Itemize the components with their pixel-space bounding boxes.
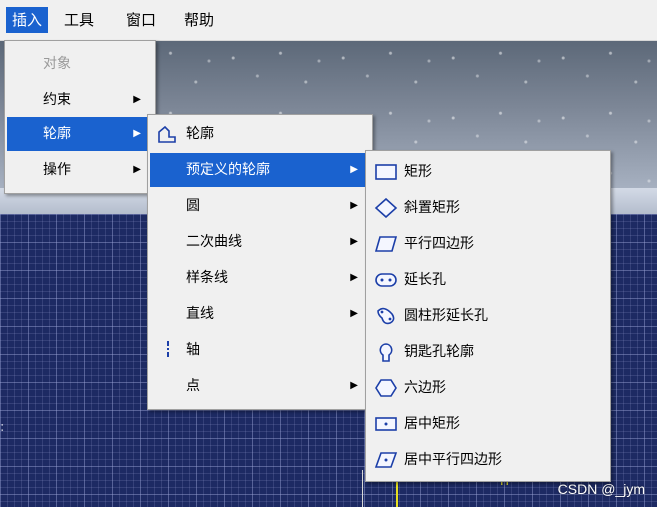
predefined-profile-submenu: 矩形 斜置矩形 平行四边形 延长孔 圆柱形延长孔 钥匙孔轮廓 六边形 居中矩形 … <box>365 150 611 482</box>
menu-item-label: 操作 <box>43 162 71 178</box>
centered-parallelogram-icon <box>374 452 398 468</box>
menu-item-label: 居中矩形 <box>404 416 460 432</box>
menu-item-point[interactable]: 点 ▶ <box>150 369 370 403</box>
parallelogram-icon <box>374 236 398 252</box>
rectangle-icon <box>375 164 397 180</box>
submenu-arrow-icon: ▶ <box>350 272 358 283</box>
menu-item-label: 预定义的轮廓 <box>186 162 270 178</box>
menu-item-circle[interactable]: 圆 ▶ <box>150 189 370 223</box>
menu-item-parallelogram[interactable]: 平行四边形 <box>368 227 608 261</box>
menu-item-label: 矩形 <box>404 164 432 180</box>
menu-item-label: 延长孔 <box>404 272 446 288</box>
menu-item-hexagon[interactable]: 六边形 <box>368 371 608 405</box>
menu-item-centered-rectangle[interactable]: 居中矩形 <box>368 407 608 441</box>
menu-item-label: 点 <box>186 378 200 394</box>
watermark: CSDN @_jym <box>557 481 645 497</box>
menu-item-elongated-hole[interactable]: 延长孔 <box>368 263 608 297</box>
menu-item-label: 斜置矩形 <box>404 200 460 216</box>
menu-item-label: 样条线 <box>186 270 228 286</box>
menu-item-label: 居中平行四边形 <box>404 452 502 468</box>
menu-item-profile[interactable]: 轮廓 ▶ <box>7 117 153 151</box>
centered-rectangle-icon <box>375 417 397 431</box>
menu-item-label: 约束 <box>43 92 71 108</box>
menu-window[interactable]: 窗口 <box>120 7 162 33</box>
menu-item-label: 直线 <box>186 306 214 322</box>
menu-item-constraint[interactable]: 约束 ▶ <box>7 83 153 117</box>
oriented-rectangle-icon <box>374 198 398 218</box>
menu-item-spline[interactable]: 样条线 ▶ <box>150 261 370 295</box>
hexagon-icon <box>375 379 397 397</box>
submenu-arrow-icon: ▶ <box>350 164 358 175</box>
axis-icon <box>167 341 169 359</box>
elongated-hole-icon <box>375 273 397 287</box>
profile-icon <box>158 125 176 143</box>
profile-submenu: 轮廓 预定义的轮廓 ▶ 圆 ▶ 二次曲线 ▶ 样条线 ▶ 直线 ▶ 轴 点 ▶ <box>147 114 373 410</box>
submenu-arrow-icon: ▶ <box>350 380 358 391</box>
menu-item-label: 平行四边形 <box>404 236 474 252</box>
menu-item-label: 轴 <box>186 342 200 358</box>
menu-item-label: 圆 <box>186 198 200 214</box>
menu-bar: 插入 工具 窗口 帮助 <box>0 0 657 41</box>
menu-item-label: 轮廓 <box>43 126 71 142</box>
menu-item-axis[interactable]: 轴 <box>150 333 370 367</box>
menu-item-label: 轮廓 <box>186 126 214 142</box>
menu-item-conic[interactable]: 二次曲线 ▶ <box>150 225 370 259</box>
insert-menu: 对象 约束 ▶ 轮廓 ▶ 操作 ▶ <box>4 40 156 194</box>
menu-item-profile-tool[interactable]: 轮廓 <box>150 117 370 151</box>
menu-item-label: 钥匙孔轮廓 <box>404 344 474 360</box>
submenu-arrow-icon: ▶ <box>350 308 358 319</box>
menu-item-label: 六边形 <box>404 380 446 396</box>
menu-item-line[interactable]: 直线 ▶ <box>150 297 370 331</box>
menu-help[interactable]: 帮助 <box>178 7 220 33</box>
submenu-arrow-icon: ▶ <box>350 200 358 211</box>
menu-item-predefined-profile[interactable]: 预定义的轮廓 ▶ <box>150 153 370 187</box>
menu-insert[interactable]: 插入 <box>6 7 49 33</box>
menu-item-object: 对象 <box>7 47 153 81</box>
menu-item-operation[interactable]: 操作 ▶ <box>7 153 153 187</box>
menu-item-cylindrical-elongated-hole[interactable]: 圆柱形延长孔 <box>368 299 608 333</box>
submenu-arrow-icon: ▶ <box>350 236 358 247</box>
keyhole-profile-icon <box>379 343 393 362</box>
menu-item-rectangle[interactable]: 矩形 <box>368 155 608 189</box>
menu-tools[interactable]: 工具 <box>58 7 100 33</box>
edge-marker: : <box>0 420 5 435</box>
menu-item-keyhole-profile[interactable]: 钥匙孔轮廓 <box>368 335 608 369</box>
submenu-arrow-icon: ▶ <box>133 164 141 175</box>
menu-item-centered-parallelogram[interactable]: 居中平行四边形 <box>368 443 608 477</box>
menu-item-label: 对象 <box>43 56 71 72</box>
submenu-arrow-icon: ▶ <box>133 128 141 139</box>
menu-item-oriented-rectangle[interactable]: 斜置矩形 <box>368 191 608 225</box>
menu-item-label: 圆柱形延长孔 <box>404 308 488 324</box>
cylindrical-elongated-hole-icon <box>377 307 395 325</box>
sketch-line <box>362 470 363 507</box>
submenu-arrow-icon: ▶ <box>133 94 141 105</box>
menu-item-label: 二次曲线 <box>186 234 242 250</box>
